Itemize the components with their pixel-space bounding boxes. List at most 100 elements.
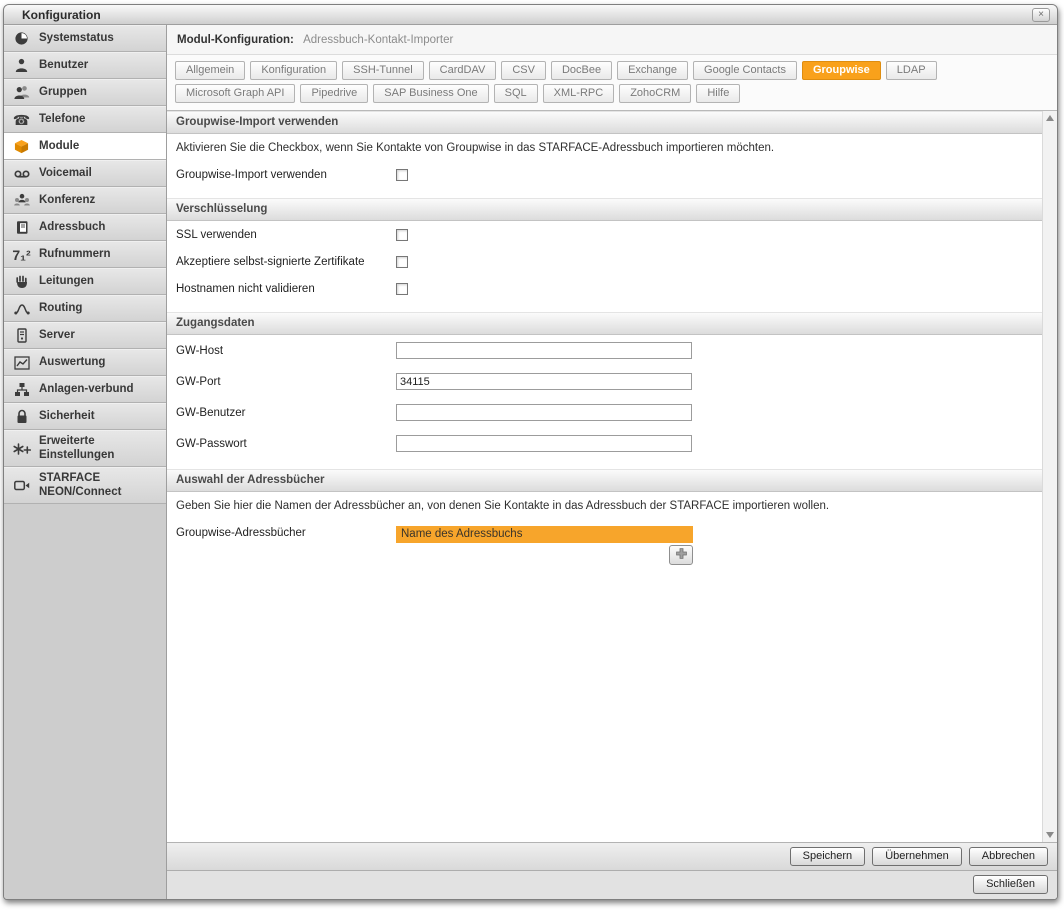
- schliessen-button[interactable]: Schließen: [973, 875, 1048, 894]
- routing-icon: [11, 300, 32, 317]
- sidebar-item-label: Module: [39, 140, 79, 154]
- tab-ssh-tunnel[interactable]: SSH-Tunnel: [342, 61, 424, 80]
- sidebar-item-label: Anlagen-verbund: [39, 383, 134, 397]
- sidebar-item-anlagenverbund[interactable]: Anlagen-verbund: [4, 376, 166, 403]
- module-config-header: Modul-Konfiguration: Adressbuch-Kontakt-…: [167, 25, 1057, 55]
- field-row-adressbuecher: Groupwise-Adressbücher Name des Adressbu…: [167, 519, 1042, 572]
- field-row-gw-passwort: GW-Passwort: [167, 428, 1042, 459]
- scroll-up-icon[interactable]: [1046, 115, 1054, 121]
- sidebar-item-adressbuch[interactable]: Adressbuch: [4, 214, 166, 241]
- hostname-validation-checkbox[interactable]: [396, 283, 408, 295]
- sidebar-item-label: Server: [39, 329, 75, 343]
- sidebar-item-sicherheit[interactable]: Sicherheit: [4, 403, 166, 430]
- sidebar-item-gruppen[interactable]: Gruppen: [4, 79, 166, 106]
- sidebar-item-label: Adressbuch: [39, 221, 105, 235]
- field-row-gw-benutzer: GW-Benutzer: [167, 397, 1042, 428]
- tab-hilfe[interactable]: Hilfe: [696, 84, 740, 103]
- vertical-scrollbar[interactable]: [1042, 111, 1057, 842]
- field-row-ssl: SSL verwenden: [167, 221, 1042, 248]
- sidebar-item-label: Systemstatus: [39, 32, 114, 46]
- sidebar-item-leitungen[interactable]: Leitungen: [4, 268, 166, 295]
- gw-benutzer-input[interactable]: [396, 404, 692, 421]
- sidebar-item-label: STARFACE NEON/Connect: [39, 472, 136, 499]
- phone-icon: ☎: [11, 111, 32, 128]
- gw-passwort-input[interactable]: [396, 435, 692, 452]
- user-icon: [11, 57, 32, 74]
- gw-host-input[interactable]: [396, 342, 692, 359]
- tab-microsoft-graph-api[interactable]: Microsoft Graph API: [175, 84, 295, 103]
- sidebar-item-module[interactable]: Module: [4, 133, 166, 160]
- plus-icon: [676, 548, 687, 562]
- tab-bar: Allgemein Konfiguration SSH-Tunnel CardD…: [167, 55, 1057, 111]
- window-title: Konfiguration: [22, 8, 101, 22]
- sidebar-item-label: Voicemail: [39, 167, 92, 181]
- sidebar-item-label: Sicherheit: [39, 410, 95, 424]
- sidebar-item-label: Routing: [39, 302, 82, 316]
- tab-docbee[interactable]: DocBee: [551, 61, 612, 80]
- field-row-hostname-validation: Hostnamen nicht validieren: [167, 275, 1042, 302]
- page-title: Modul-Konfiguration:: [177, 34, 294, 46]
- field-row-groupwise-import: Groupwise-Import verwenden: [167, 161, 1042, 188]
- tab-zohocrm[interactable]: ZohoCRM: [619, 84, 691, 103]
- sidebar-item-routing[interactable]: Routing: [4, 295, 166, 322]
- numbers-icon: 7₁²: [11, 246, 32, 263]
- tab-row-2: Microsoft Graph API Pipedrive SAP Busine…: [175, 84, 1049, 103]
- uebernehmen-button[interactable]: Übernehmen: [872, 847, 962, 866]
- groupwise-import-checkbox[interactable]: [396, 169, 408, 181]
- tab-exchange[interactable]: Exchange: [617, 61, 688, 80]
- tab-carddav[interactable]: CardDAV: [429, 61, 497, 80]
- tab-allgemein[interactable]: Allgemein: [175, 61, 245, 80]
- adressbuecher-description: Geben Sie hier die Namen der Adressbüche…: [167, 492, 1042, 519]
- speichern-button[interactable]: Speichern: [790, 847, 866, 866]
- sidebar-item-starface-neon[interactable]: STARFACE NEON/Connect: [4, 467, 166, 504]
- adressbuecher-listbox: Name des Adressbuchs: [396, 526, 693, 565]
- field-row-gw-port: GW-Port: [167, 366, 1042, 397]
- tab-sap-business-one[interactable]: SAP Business One: [373, 84, 488, 103]
- title-bar[interactable]: Konfiguration ×: [4, 5, 1057, 25]
- sidebar-item-konferenz[interactable]: Konferenz: [4, 187, 166, 214]
- tab-pipedrive[interactable]: Pipedrive: [300, 84, 368, 103]
- sidebar-item-label: Auswertung: [39, 356, 105, 370]
- list-actions: [396, 545, 693, 565]
- field-label: GW-Host: [176, 344, 396, 357]
- sidebar-item-systemstatus[interactable]: Systemstatus: [4, 25, 166, 52]
- sidebar-item-label: Gruppen: [39, 86, 87, 100]
- section-title-zugangsdaten: Zugangsdaten: [167, 312, 1042, 335]
- tab-sql[interactable]: SQL: [494, 84, 538, 103]
- adressbuch-list-item[interactable]: Name des Adressbuchs: [396, 526, 693, 543]
- tab-groupwise[interactable]: Groupwise: [802, 61, 881, 80]
- sidebar-item-server[interactable]: Server: [4, 322, 166, 349]
- sidebar-item-rufnummern[interactable]: 7₁² Rufnummern: [4, 241, 166, 268]
- voicemail-icon: [11, 165, 32, 182]
- tab-konfiguration[interactable]: Konfiguration: [250, 61, 337, 80]
- tab-csv[interactable]: CSV: [501, 61, 546, 80]
- field-label: GW-Benutzer: [176, 406, 396, 419]
- module-box-icon: [11, 138, 32, 155]
- sidebar-item-benutzer[interactable]: Benutzer: [4, 52, 166, 79]
- ssl-checkbox[interactable]: [396, 229, 408, 241]
- sidebar: Systemstatus Benutzer Gruppen ☎ Telefone: [4, 25, 167, 899]
- section-title-adressbuecher: Auswahl der Adressbücher: [167, 469, 1042, 492]
- groupwise-import-description: Aktivieren Sie die Checkbox, wenn Sie Ko…: [167, 134, 1042, 161]
- scroll-down-icon[interactable]: [1046, 832, 1054, 838]
- tab-xml-rpc[interactable]: XML-RPC: [543, 84, 615, 103]
- tab-google-contacts[interactable]: Google Contacts: [693, 61, 797, 80]
- network-icon: [11, 381, 32, 398]
- sidebar-item-auswertung[interactable]: Auswertung: [4, 349, 166, 376]
- tab-row-1: Allgemein Konfiguration SSH-Tunnel CardD…: [175, 61, 1049, 80]
- section-title-groupwise-import: Groupwise-Import verwenden: [167, 111, 1042, 134]
- abbrechen-button[interactable]: Abbrechen: [969, 847, 1048, 866]
- sidebar-item-erweiterte-einstellungen[interactable]: Erweiterte Einstellungen: [4, 430, 166, 467]
- tab-ldap[interactable]: LDAP: [886, 61, 937, 80]
- sidebar-item-label: Leitungen: [39, 275, 94, 289]
- address-book-icon: [11, 219, 32, 236]
- sidebar-item-voicemail[interactable]: Voicemail: [4, 160, 166, 187]
- self-signed-cert-checkbox[interactable]: [396, 256, 408, 268]
- window-close-button[interactable]: ×: [1032, 8, 1050, 22]
- sidebar-item-telefone[interactable]: ☎ Telefone: [4, 106, 166, 133]
- field-label: GW-Passwort: [176, 437, 396, 450]
- add-adressbuch-button[interactable]: [669, 545, 693, 565]
- gw-port-input[interactable]: [396, 373, 692, 390]
- lock-icon: [11, 408, 32, 425]
- field-label: SSL verwenden: [176, 228, 396, 241]
